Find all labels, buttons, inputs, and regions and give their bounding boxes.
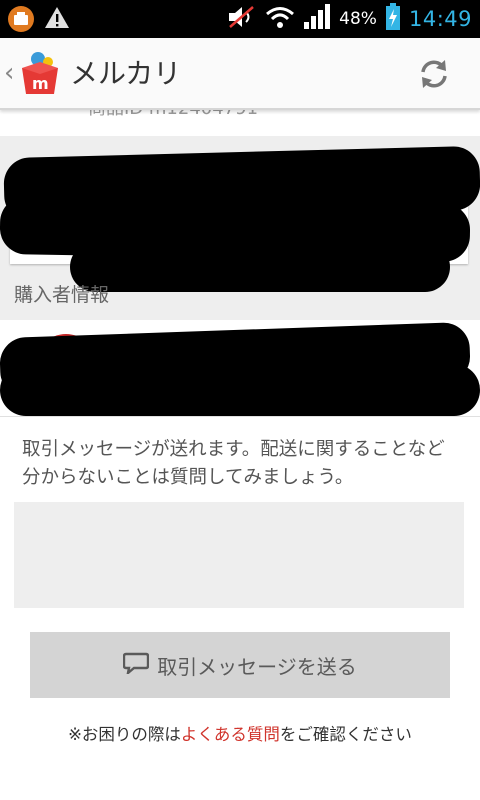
- faq-link[interactable]: よくある質問: [181, 725, 280, 744]
- redaction-mark: [0, 364, 480, 416]
- transaction-content: 商品ID m12404791 購入者情報 › 取引メッセージが送れます。配送に関…: [0, 108, 480, 800]
- message-input[interactable]: [14, 502, 464, 608]
- battery-charging-icon: [385, 3, 401, 35]
- redaction-mark: [70, 242, 450, 292]
- speech-bubble-icon: [122, 652, 150, 679]
- svg-text:m: m: [32, 74, 49, 93]
- send-message-button[interactable]: 取引メッセージを送る: [30, 632, 450, 698]
- faq-note: ※お困りの際はよくある質問をご確認ください: [0, 721, 480, 745]
- action-bar: ‹ m メルカリ: [0, 38, 480, 110]
- send-message-label: 取引メッセージを送る: [157, 654, 357, 679]
- faq-note-prefix: ※お困りの際は: [68, 725, 181, 744]
- app-title: メルカリ: [70, 57, 182, 90]
- buyer-section-label: 購入者情報: [14, 284, 110, 306]
- battery-percent: 48%: [339, 9, 377, 29]
- mercari-box-icon[interactable]: m: [18, 50, 62, 96]
- status-bar: 48% 14:49: [0, 0, 480, 38]
- item-id-row: 商品ID m12404791: [0, 108, 480, 137]
- faq-note-suffix: をご確認ください: [279, 725, 412, 744]
- status-bar-notifications: [8, 5, 70, 33]
- wifi-icon: [265, 5, 295, 33]
- refresh-icon[interactable]: [416, 56, 452, 92]
- signal-icon: [303, 4, 331, 34]
- speaker-muted-icon: [227, 5, 257, 33]
- back-chevron-icon[interactable]: ‹: [4, 60, 14, 86]
- warning-icon: [44, 5, 70, 33]
- clock: 14:49: [408, 7, 472, 31]
- message-help-text: 取引メッセージが送れます。配送に関することなど 分からないことは質問してみましょ…: [22, 439, 445, 488]
- app-notification-icon: [8, 6, 34, 32]
- status-bar-system: 48% 14:49: [227, 0, 472, 38]
